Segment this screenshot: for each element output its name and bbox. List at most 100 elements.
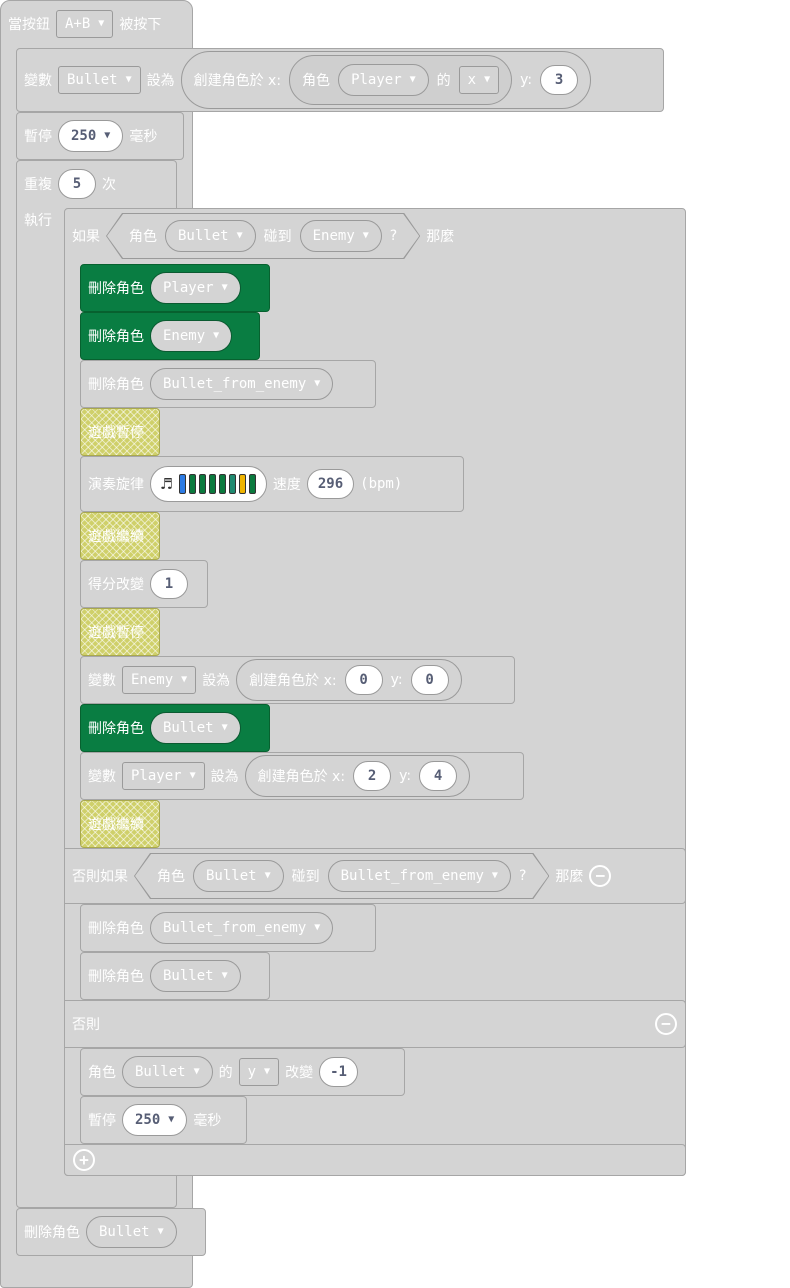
caret-down-icon: ▼ (189, 770, 196, 781)
prop-dropdown-x[interactable]: x ▼ (458, 66, 500, 94)
melody-bar (198, 474, 206, 494)
y-input[interactable]: 4 (419, 761, 458, 791)
set-enemy-row: 變數 Enemy ▼ 設為 創建角色於 x: 0 y: 0 (88, 659, 462, 701)
plus-circle-icon[interactable]: + (73, 1149, 95, 1171)
game-pause-label: 遊戲暫停 (88, 425, 144, 441)
delete-player-row: 刪除角色 Player ▼ (88, 272, 241, 304)
touching-condition[interactable]: 角色 Bullet ▼ 碰到 Bullet_from_enemy ▼ ? (134, 853, 549, 899)
button-dropdown[interactable]: A+B ▼ (56, 10, 114, 38)
delete-target-bfe[interactable]: Bullet_from_enemy ▼ (150, 368, 334, 400)
sprite-dropdown-enemy[interactable]: Enemy ▼ (300, 220, 382, 252)
delete-target-bullet[interactable]: Bullet ▼ (150, 712, 241, 744)
sprite-dropdown-bullet[interactable]: Bullet ▼ (165, 220, 256, 252)
repeat-count-input[interactable]: 5 (58, 169, 96, 199)
delete-label: 刪除角色 (88, 921, 144, 937)
touch-label: 碰到 (263, 229, 292, 245)
minus-circle-icon[interactable]: − (589, 865, 612, 887)
caret-down-icon: ▼ (314, 922, 321, 933)
touching-condition[interactable]: 角色 Bullet ▼ 碰到 Enemy ▼ ? (106, 213, 420, 259)
else-label: 否則 (72, 1017, 100, 1033)
of-label: 的 (436, 73, 451, 89)
sprite-dropdown-player[interactable]: Player ▼ (338, 64, 429, 96)
caret-down-icon: ▼ (213, 330, 220, 341)
set-bullet-row: 變數 Bullet ▼ 設為 創建角色於 x: 角色 Player ▼ 的 x ▼ y… (24, 51, 592, 109)
caret-down-icon: ▼ (181, 674, 188, 685)
create-sprite-reporter[interactable]: 創建角色於 x: 0 y: 0 (236, 659, 462, 701)
delete-target-bullet[interactable]: Bullet ▼ (150, 960, 241, 992)
if-row: 如果 角色 Bullet ▼ 碰到 Enemy ▼ ? 那麼 (72, 212, 454, 260)
delete-target-player[interactable]: Player ▼ (150, 272, 241, 304)
melody-editor[interactable]: ♬ (150, 466, 267, 502)
y-label: y: (390, 672, 403, 688)
delete-target-bullet[interactable]: Bullet ▼ (86, 1216, 177, 1248)
hat-label: 當按鈕 (8, 17, 50, 33)
else-header[interactable] (64, 1000, 686, 1048)
caret-down-icon: ▼ (314, 378, 321, 389)
create-label: 創建角色於 x: (193, 73, 282, 89)
prop-dropdown-y[interactable]: y ▼ (238, 1058, 280, 1086)
set-to-label: 設為 (202, 673, 231, 689)
game-resume-row: 遊戲繼續 (88, 812, 144, 836)
final-delete-row: 刪除角色 Bullet ▼ (24, 1216, 177, 1248)
caret-down-icon: ▼ (484, 74, 491, 85)
create-sprite-reporter[interactable]: 創建角色於 x: 2 y: 4 (244, 755, 471, 797)
change-value-input[interactable]: -1 (319, 1057, 358, 1087)
create-label: 創建角色於 x: (249, 673, 337, 689)
sprite-prop-reporter[interactable]: 角色 Player ▼ 的 x ▼ (289, 55, 513, 105)
caret-down-icon: ▼ (193, 1066, 200, 1077)
game-pause-row: 遊戲暫停 (88, 620, 144, 644)
change-label: 改變 (285, 1065, 314, 1081)
else-row: 否則 (72, 1012, 100, 1036)
pause-dropdown[interactable]: 250 ▼ (122, 1104, 188, 1136)
melody-bar (188, 474, 196, 494)
delete-label: 刪除角色 (88, 969, 144, 985)
pause-label: 暫停 (24, 129, 52, 145)
delete-target-enemy[interactable]: Enemy ▼ (150, 320, 233, 352)
set-label: 變數 (24, 73, 52, 89)
delete-label: 刪除角色 (24, 1225, 80, 1241)
caret-down-icon: ▼ (362, 230, 369, 241)
caret-down-icon: ▼ (157, 1226, 164, 1237)
game-pause-label: 遊戲暫停 (88, 625, 144, 641)
repeat-row: 重複 5 次 (24, 168, 116, 200)
delete-target-bfe[interactable]: Bullet_from_enemy ▼ (150, 912, 334, 944)
if-label: 如果 (72, 229, 100, 245)
times-label: 次 (102, 177, 116, 193)
game-resume-label: 遊戲繼續 (88, 817, 144, 833)
pause-label: 暫停 (88, 1113, 116, 1129)
y-input[interactable]: 3 (540, 65, 579, 95)
melody-bar (178, 474, 186, 494)
play-melody-row: 演奏旋律 ♬ 速度 296 (bpm) (88, 466, 402, 502)
x-input[interactable]: 2 (353, 761, 392, 791)
minus-circle-icon[interactable]: − (655, 1013, 677, 1035)
melody-bar (238, 474, 246, 494)
melody-bar (248, 474, 256, 494)
caret-down-icon: ▼ (104, 130, 111, 141)
sprite-dropdown-bfe[interactable]: Bullet_from_enemy ▼ (328, 860, 511, 892)
game-pause-row: 遊戲暫停 (88, 420, 144, 444)
sprite-dropdown-bullet[interactable]: Bullet ▼ (122, 1056, 213, 1088)
set-to-label: 設為 (210, 769, 239, 785)
sprite-dropdown-bullet[interactable]: Bullet ▼ (193, 860, 284, 892)
x-input[interactable]: 0 (344, 665, 383, 695)
y-input[interactable]: 0 (410, 665, 449, 695)
caret-down-icon: ▼ (264, 1066, 271, 1077)
then-label: 那麼 (555, 869, 584, 885)
var-dropdown-player[interactable]: Player ▼ (122, 762, 205, 790)
ms-label: 毫秒 (129, 129, 158, 145)
pause-dropdown[interactable]: 250 ▼ (58, 120, 124, 152)
create-sprite-reporter[interactable]: 創建角色於 x: 角色 Player ▼ 的 x ▼ y: 3 (180, 51, 592, 109)
caret-down-icon: ▼ (264, 870, 271, 881)
touch-label: 碰到 (291, 869, 320, 885)
pause-row: 暫停 250 ▼ 毫秒 (88, 1104, 221, 1136)
var-dropdown-bullet[interactable]: Bullet ▼ (58, 66, 141, 94)
question-mark: ? (389, 228, 398, 244)
speed-label: 速度 (272, 477, 301, 493)
score-input[interactable]: 1 (150, 569, 188, 599)
repeat-do-row: 執行 (24, 208, 52, 232)
delete-bfe-row: 刪除角色 Bullet_from_enemy ▼ (88, 368, 334, 400)
else-if-label: 否則如果 (72, 869, 128, 885)
caret-down-icon: ▼ (168, 1114, 175, 1125)
bpm-input[interactable]: 296 (306, 469, 355, 499)
var-dropdown-enemy[interactable]: Enemy ▼ (122, 666, 197, 694)
